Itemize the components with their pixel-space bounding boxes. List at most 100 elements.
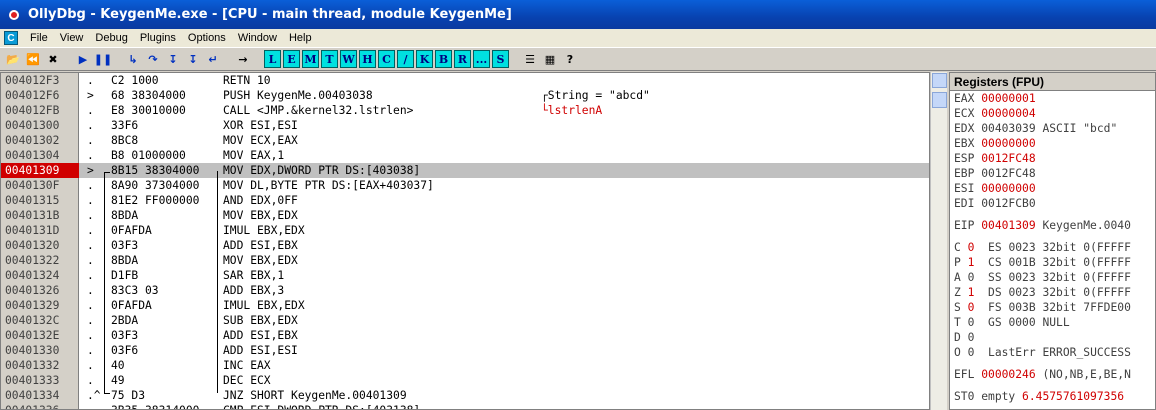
register-esi[interactable]: ESI 00000000 [950, 181, 1155, 196]
list-icon[interactable]: ☰ [521, 50, 539, 68]
disasm-row[interactable]: 0040132E. 03F3 ADD ESI,EBX [1, 328, 929, 343]
disasm-row[interactable]: 00401309 >8B15 38304000 MOV EDX,DWORD PTR … [1, 163, 929, 178]
menu-debug[interactable]: Debug [89, 32, 133, 44]
disasm-address: 004012F3 [5, 74, 60, 87]
executables-button[interactable]: E [283, 50, 300, 68]
menu-window[interactable]: Window [232, 32, 283, 44]
register-eip[interactable]: EIP 00401309 KeygenMe.0040 [950, 218, 1155, 233]
trace-into-icon[interactable]: ↧ [164, 50, 182, 68]
goto-icon[interactable]: → [234, 50, 252, 68]
windows-button[interactable]: W [340, 50, 357, 68]
disasm-instruction: CALL <JMP.&kernel32.lstrlen> [223, 104, 414, 117]
flag-t[interactable]: T 0 GS 0000 NULL [950, 315, 1155, 330]
disasm-row[interactable]: 00401336. 3B35 38314000 CMP ESI,DWORD PTR … [1, 403, 929, 409]
disasm-row[interactable]: 00401300. 33F6 XOR ESI,ESI [1, 118, 929, 133]
flag-d[interactable]: D 0 [950, 330, 1155, 345]
disasm-row[interactable]: 0040131D. 0FAFDA IMUL EBX,EDX [1, 223, 929, 238]
register-efl[interactable]: EFL 00000246 (NO,NB,E,BE,N [950, 367, 1155, 382]
register-edx[interactable]: EDX 00403039 ASCII "bcd" [950, 121, 1155, 136]
disasm-hex: 49 [111, 374, 125, 387]
menu-plugins[interactable]: Plugins [134, 32, 182, 44]
disasm-hex: 3B35 38314000 [111, 403, 199, 409]
flag-c[interactable]: C 0 ES 0023 32bit 0(FFFFF [950, 240, 1155, 255]
disasm-marker: . [87, 284, 94, 297]
disasm-address: 00401320 [5, 239, 60, 252]
patches-button[interactable]: / [397, 50, 414, 68]
flag-p[interactable]: P 1 CS 001B 32bit 0(FFFFF [950, 255, 1155, 270]
breakpoints-button[interactable]: B [435, 50, 452, 68]
disasm-row[interactable]: 00401304. B8 01000000 MOV EAX,1 [1, 148, 929, 163]
open-file-icon[interactable]: 📂 [4, 50, 22, 68]
disasm-address: 0040132C [5, 314, 60, 327]
menu-help[interactable]: Help [283, 32, 318, 44]
memory-button[interactable]: M [302, 50, 319, 68]
registers-header[interactable]: Registers (FPU) [950, 73, 1155, 91]
threads-button[interactable]: T [321, 50, 338, 68]
disasm-hex: 75 D3 [111, 389, 146, 402]
disasm-row[interactable]: 0040130F. 8A90 37304000 MOV DL,BYTE PTR DS… [1, 178, 929, 193]
log-window-button[interactable]: L [264, 50, 281, 68]
disasm-row[interactable]: 0040131B. 8BDA MOV EBX,EDX [1, 208, 929, 223]
disasm-marker: .^ [87, 389, 101, 402]
menu-file[interactable]: File [24, 32, 54, 44]
disassembly-pane[interactable]: 004012F3. C2 1000 RETN 10 004012F6 >68 38304… [0, 72, 930, 410]
register-ebx[interactable]: EBX 00000000 [950, 136, 1155, 151]
trace-over-icon[interactable]: ↧ [184, 50, 202, 68]
appearance-grid-icon[interactable]: ▦ [541, 50, 559, 68]
pause-icon[interactable]: ❚❚ [94, 50, 112, 68]
cpu-window-icon[interactable]: C [4, 31, 18, 45]
disasm-row[interactable]: 00401334 .^ 75 D3 JNZ SHORT KeygenMe.004013… [1, 388, 929, 403]
disasm-instruction: SAR EBX,1 [223, 269, 285, 282]
flag-o[interactable]: O 0 LastErr ERROR_SUCCESS [950, 345, 1155, 360]
menu-view[interactable]: View [54, 32, 90, 44]
register-st0[interactable]: ST0 empty 6.4575761097356 [950, 389, 1155, 404]
registers-pane[interactable]: Registers (FPU) EAX 00000001 ECX 0000000… [949, 72, 1156, 410]
scroll-up-button[interactable] [932, 73, 947, 88]
restart-icon[interactable]: ⏪ [24, 50, 42, 68]
disasm-row[interactable]: 004012F6 >68 38304000 PUSH KeygenMe.004030… [1, 88, 929, 103]
disasm-row[interactable]: 00401315. 81E2 FF000000 AND EDX,0FF [1, 193, 929, 208]
disasm-row[interactable]: 00401330. 03F6 ADD ESI,ESI [1, 343, 929, 358]
source-button[interactable]: S [492, 50, 509, 68]
scroll-thumb[interactable] [932, 92, 947, 108]
close-icon[interactable]: ✖ [44, 50, 62, 68]
disasm-row[interactable]: 004012FB. E8 30010000 CALL <JMP.&kernel32.… [1, 103, 929, 118]
handles-button[interactable]: H [359, 50, 376, 68]
run-trace-button[interactable]: ... [473, 50, 490, 68]
disasm-marker: . [87, 359, 94, 372]
disasm-row[interactable]: 00401322. 8BDA MOV EBX,EDX [1, 253, 929, 268]
disasm-marker: . [87, 149, 94, 162]
register-edi[interactable]: EDI 0012FCB0 [950, 196, 1155, 211]
disasm-row[interactable]: 00401332. 40 INC EAX [1, 358, 929, 373]
disasm-hex: D1FB [111, 269, 139, 282]
flag-z[interactable]: Z 1 DS 0023 32bit 0(FFFFF [950, 285, 1155, 300]
register-esp[interactable]: ESP 0012FC48 [950, 151, 1155, 166]
disasm-row[interactable]: 004012F3. C2 1000 RETN 10 [1, 73, 929, 88]
help-icon[interactable]: ? [561, 50, 579, 68]
step-into-icon[interactable]: ↳ [124, 50, 142, 68]
disasm-row[interactable]: 0040132C. 2BDA SUB EBX,EDX [1, 313, 929, 328]
loop-bracket-bottom [104, 393, 110, 394]
register-ebp[interactable]: EBP 0012FC48 [950, 166, 1155, 181]
disasm-marker: . [87, 74, 94, 87]
call-stack-button[interactable]: K [416, 50, 433, 68]
run-icon[interactable]: ▶ [74, 50, 92, 68]
disasm-row[interactable]: 00401329. 0FAFDA IMUL EBX,EDX [1, 298, 929, 313]
register-ecx[interactable]: ECX 00000004 [950, 106, 1155, 121]
disasm-row[interactable]: 00401326. 83C3 03 ADD EBX,3 [1, 283, 929, 298]
disasm-hex: 03F6 [111, 344, 139, 357]
disassembly-scrollbar[interactable] [930, 72, 947, 410]
references-button[interactable]: R [454, 50, 471, 68]
flag-a[interactable]: A 0 SS 0023 32bit 0(FFFFF [950, 270, 1155, 285]
register-eax[interactable]: EAX 00000001 [950, 91, 1155, 106]
disasm-row[interactable]: 00401333. 49 DEC ECX [1, 373, 929, 388]
step-over-icon[interactable]: ↷ [144, 50, 162, 68]
disasm-row[interactable]: 00401302. 8BC8 MOV ECX,EAX [1, 133, 929, 148]
flag-s[interactable]: S 0 FS 003B 32bit 7FFDE00 [950, 300, 1155, 315]
execute-till-return-icon[interactable]: ↵ [204, 50, 222, 68]
disasm-row[interactable]: 00401320. 03F3 ADD ESI,EBX [1, 238, 929, 253]
disasm-instruction: IMUL EBX,EDX [223, 299, 305, 312]
disasm-row[interactable]: 00401324. D1FB SAR EBX,1 [1, 268, 929, 283]
menu-options[interactable]: Options [182, 32, 232, 44]
cpu-button[interactable]: C [378, 50, 395, 68]
